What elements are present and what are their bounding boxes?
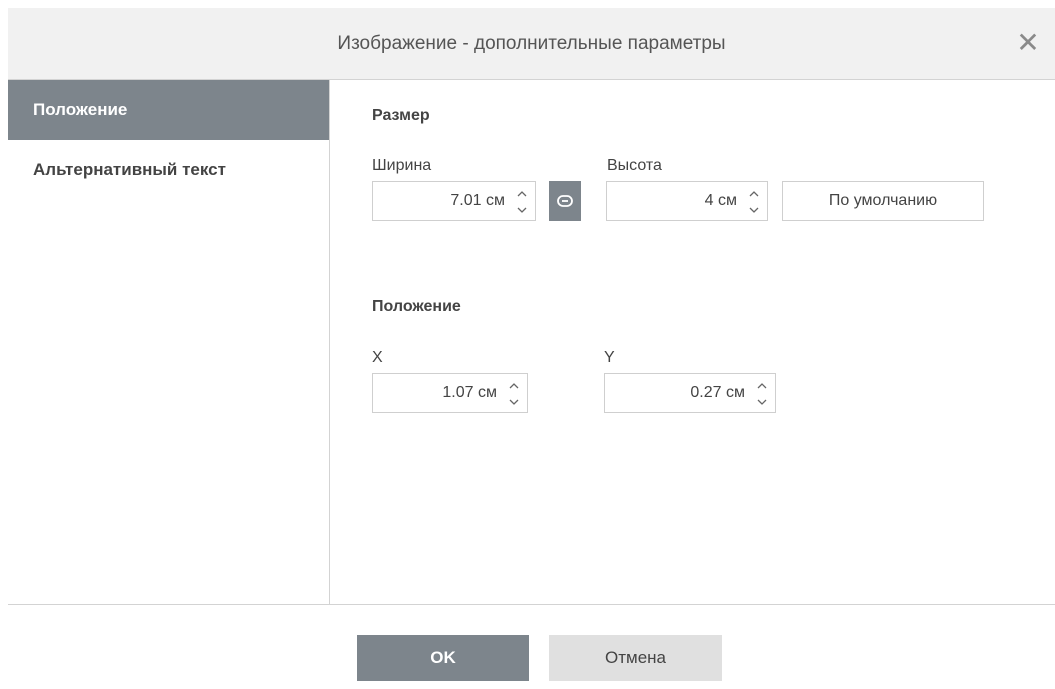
aspect-ratio-lock-button[interactable] xyxy=(549,181,581,221)
x-label: X xyxy=(372,349,383,366)
width-spin-arrows xyxy=(515,185,529,217)
chevron-up-icon[interactable] xyxy=(755,379,769,393)
sidebar-item-position[interactable]: Положение xyxy=(8,80,329,140)
width-spinner[interactable]: 7.01 см xyxy=(372,181,536,221)
chevron-down-icon[interactable] xyxy=(507,395,521,409)
y-value: 0.27 см xyxy=(690,384,745,401)
y-position-spinner[interactable]: 0.27 см xyxy=(604,373,776,413)
size-section-title: Размер xyxy=(372,107,430,124)
y-spin-arrows xyxy=(755,377,769,409)
dialog-titlebar: Изображение - дополнительные параметры ✕ xyxy=(8,8,1055,80)
link-icon xyxy=(557,195,573,207)
close-icon[interactable]: ✕ xyxy=(1013,28,1043,58)
x-value: 1.07 см xyxy=(442,384,497,401)
chevron-up-icon[interactable] xyxy=(515,187,529,201)
chevron-down-icon[interactable] xyxy=(755,395,769,409)
sidebar: Положение Альтернативный текст xyxy=(8,80,330,604)
default-size-button[interactable]: По умолчанию xyxy=(782,181,984,221)
y-label: Y xyxy=(604,349,615,366)
chevron-down-icon[interactable] xyxy=(747,203,761,217)
settings-panel: Размер Ширина 7.01 см Высота 4 см По умо… xyxy=(330,80,1055,604)
chevron-down-icon[interactable] xyxy=(515,203,529,217)
chevron-up-icon[interactable] xyxy=(507,379,521,393)
height-label: Высота xyxy=(607,157,662,174)
sidebar-item-alt-text[interactable]: Альтернативный текст xyxy=(8,140,329,200)
height-value: 4 см xyxy=(704,192,737,209)
x-position-spinner[interactable]: 1.07 см xyxy=(372,373,528,413)
dialog-footer: OK Отмена xyxy=(8,604,1055,689)
dialog-title: Изображение - дополнительные параметры xyxy=(337,33,726,54)
image-advanced-settings-dialog: Изображение - дополнительные параметры ✕… xyxy=(8,8,1055,689)
ok-button[interactable]: OK xyxy=(357,635,529,681)
width-value: 7.01 см xyxy=(450,192,505,209)
height-spinner[interactable]: 4 см xyxy=(606,181,768,221)
x-spin-arrows xyxy=(507,377,521,409)
position-section-title: Положение xyxy=(372,298,461,315)
chevron-up-icon[interactable] xyxy=(747,187,761,201)
cancel-button[interactable]: Отмена xyxy=(549,635,722,681)
width-label: Ширина xyxy=(372,157,432,174)
height-spin-arrows xyxy=(747,185,761,217)
